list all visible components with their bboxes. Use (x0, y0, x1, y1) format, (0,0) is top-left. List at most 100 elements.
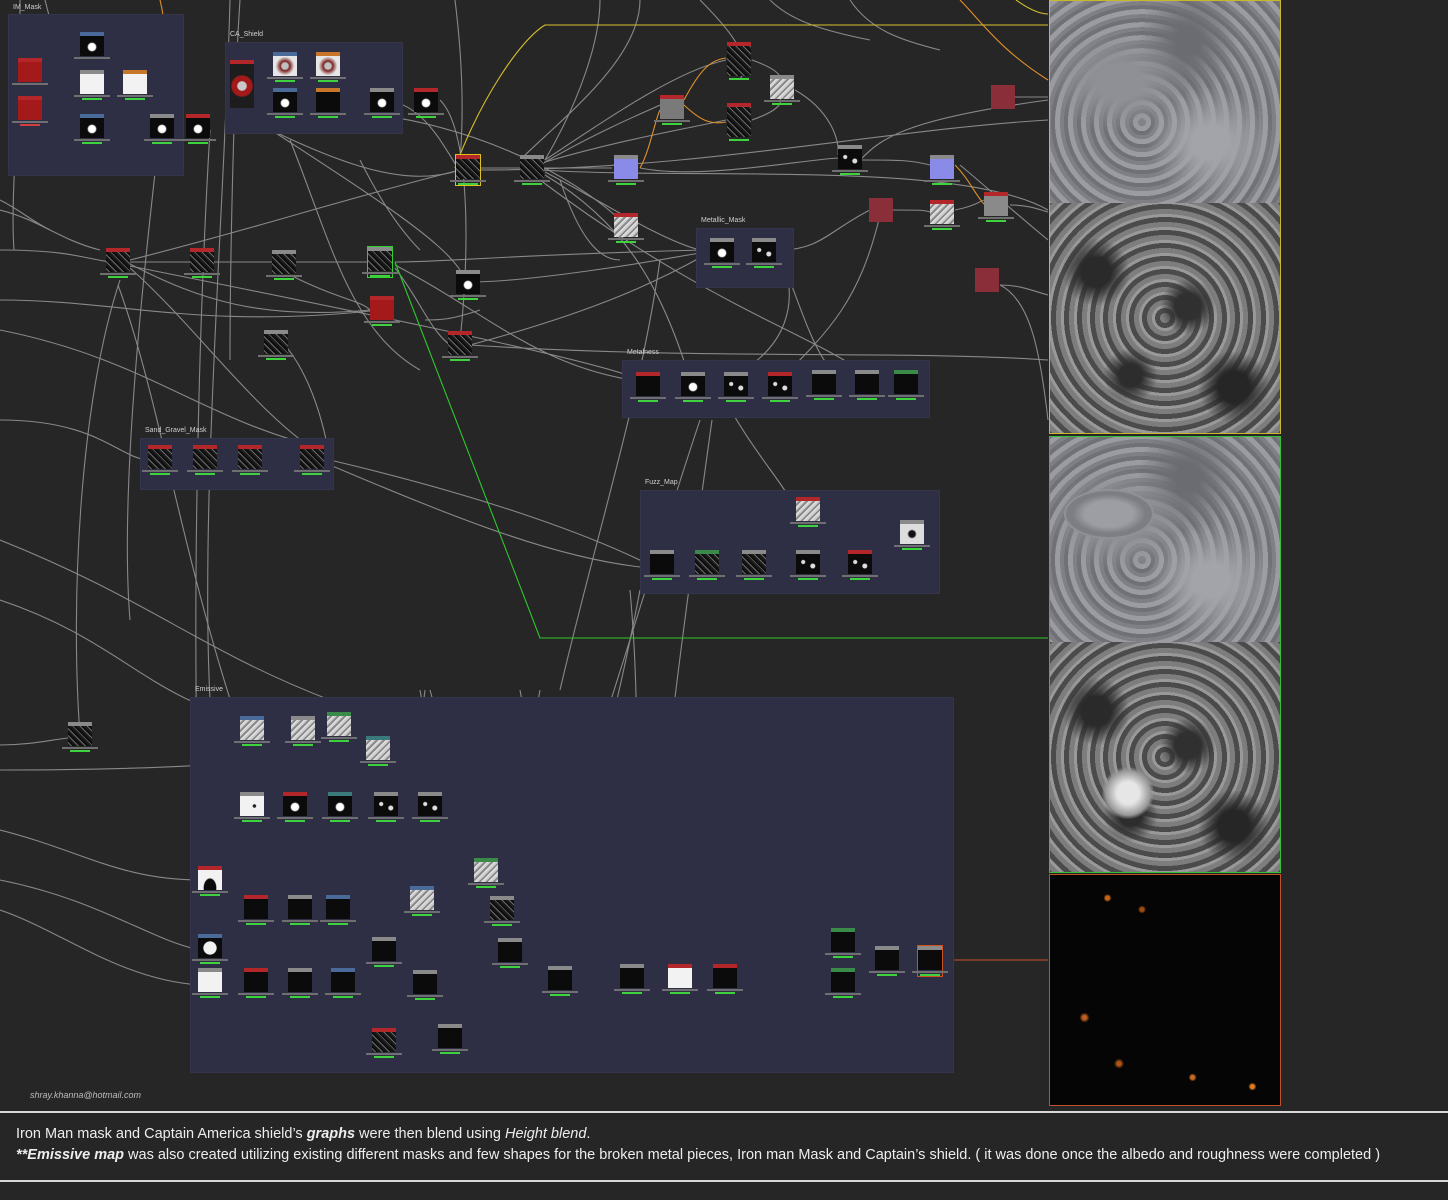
graph-node[interactable] (736, 550, 772, 580)
graph-node[interactable] (74, 70, 110, 100)
graph-node[interactable] (869, 946, 905, 976)
graph-node[interactable] (12, 96, 48, 126)
graph-node[interactable] (360, 736, 396, 766)
graph-node[interactable] (366, 1028, 402, 1058)
graph-node[interactable] (266, 250, 302, 280)
graph-node[interactable] (12, 58, 48, 88)
graph-node[interactable] (608, 155, 644, 185)
graph-node[interactable] (310, 88, 346, 118)
graph-node[interactable] (364, 88, 400, 118)
node-graph-canvas[interactable]: IM_Mask CA_Shield Metallic_Mask Metalnes… (0, 0, 1448, 1110)
graph-node[interactable] (267, 52, 303, 82)
color-node[interactable] (975, 268, 999, 292)
graph-node[interactable] (234, 716, 270, 746)
graph-node[interactable] (408, 88, 444, 118)
graph-node[interactable] (924, 155, 960, 185)
graph-node[interactable] (704, 238, 740, 268)
graph-node[interactable] (364, 296, 400, 326)
graph-node[interactable] (484, 896, 520, 926)
graph-node[interactable] (232, 445, 268, 475)
graph-node[interactable] (277, 792, 313, 822)
graph-node[interactable] (322, 792, 358, 822)
graph-node[interactable] (192, 866, 228, 896)
graph-node[interactable] (790, 550, 826, 580)
graph-node[interactable] (310, 52, 346, 82)
graph-node[interactable] (407, 970, 443, 1000)
graph-node[interactable] (825, 928, 861, 958)
frame-title: Metallic_Mask (701, 217, 746, 224)
frame-emissive[interactable]: Emissive (190, 686, 954, 1073)
graph-node[interactable] (238, 895, 274, 925)
graph-node[interactable] (614, 964, 650, 994)
graph-node[interactable] (825, 968, 861, 998)
graph-node[interactable] (74, 32, 110, 62)
graph-node[interactable] (654, 95, 690, 125)
graph-node[interactable] (192, 934, 228, 964)
graph-node[interactable] (514, 155, 550, 185)
graph-node[interactable] (180, 114, 216, 144)
graph-node[interactable] (718, 372, 754, 402)
graph-node[interactable] (404, 886, 440, 916)
graph-node[interactable] (727, 42, 751, 82)
graph-node[interactable] (117, 70, 153, 100)
graph-node[interactable] (238, 968, 274, 998)
graph-node[interactable] (764, 75, 800, 105)
graph-node[interactable] (842, 550, 878, 580)
graph-node[interactable] (542, 966, 578, 996)
color-node[interactable] (991, 85, 1015, 109)
graph-node[interactable] (285, 716, 321, 746)
graph-node[interactable] (832, 145, 868, 175)
graph-node[interactable] (727, 103, 751, 143)
graph-node[interactable] (888, 370, 924, 400)
graph-node[interactable] (100, 248, 136, 278)
graph-node[interactable] (321, 712, 357, 742)
graph-node[interactable] (144, 114, 180, 144)
color-node[interactable] (869, 198, 893, 222)
graph-node[interactable] (790, 497, 826, 527)
graph-node[interactable] (325, 968, 361, 998)
graph-node[interactable] (662, 964, 698, 994)
graph-node[interactable] (442, 331, 478, 361)
graph-node[interactable] (230, 60, 254, 112)
graph-node[interactable] (492, 938, 528, 968)
graph-node[interactable] (630, 372, 666, 402)
graph-node[interactable] (924, 200, 960, 230)
graph-node[interactable] (689, 550, 725, 580)
graph-node[interactable] (184, 248, 220, 278)
frame-fuzz-map[interactable]: Fuzz_Map (640, 479, 940, 594)
graph-node[interactable] (62, 722, 98, 752)
graph-node[interactable] (282, 895, 318, 925)
frame-title: Emissive (195, 686, 224, 693)
frame-title: CA_Shield (230, 31, 264, 38)
graph-node-height-blend-selected[interactable] (362, 246, 398, 278)
graph-node[interactable] (258, 330, 294, 360)
graph-node[interactable] (762, 372, 798, 402)
graph-node[interactable] (368, 792, 404, 822)
graph-node[interactable] (187, 445, 223, 475)
graph-node[interactable] (806, 370, 842, 400)
graph-node[interactable] (450, 270, 486, 300)
graph-node[interactable] (707, 964, 743, 994)
graph-node[interactable] (432, 1024, 468, 1054)
graph-node[interactable] (267, 88, 303, 118)
graph-node[interactable] (192, 968, 228, 998)
graph-node[interactable] (746, 238, 782, 268)
graph-node[interactable] (978, 192, 1014, 222)
graph-node[interactable] (849, 370, 885, 400)
graph-node[interactable] (74, 114, 110, 144)
graph-node[interactable] (282, 968, 318, 998)
graph-node[interactable] (608, 213, 644, 243)
graph-node[interactable] (320, 895, 356, 925)
graph-node[interactable] (294, 445, 330, 475)
graph-node[interactable] (142, 445, 178, 475)
graph-node[interactable] (468, 858, 504, 888)
graph-node[interactable] (366, 937, 402, 967)
graph-node[interactable] (894, 520, 930, 550)
graph-node[interactable] (644, 550, 680, 580)
graph-node[interactable] (234, 792, 270, 822)
graph-node-emissive-output[interactable] (912, 945, 948, 977)
emissive-map-preview (1049, 874, 1281, 1106)
graph-node-height-blend[interactable] (450, 154, 486, 186)
graph-node[interactable] (412, 792, 448, 822)
graph-node[interactable] (675, 372, 711, 402)
